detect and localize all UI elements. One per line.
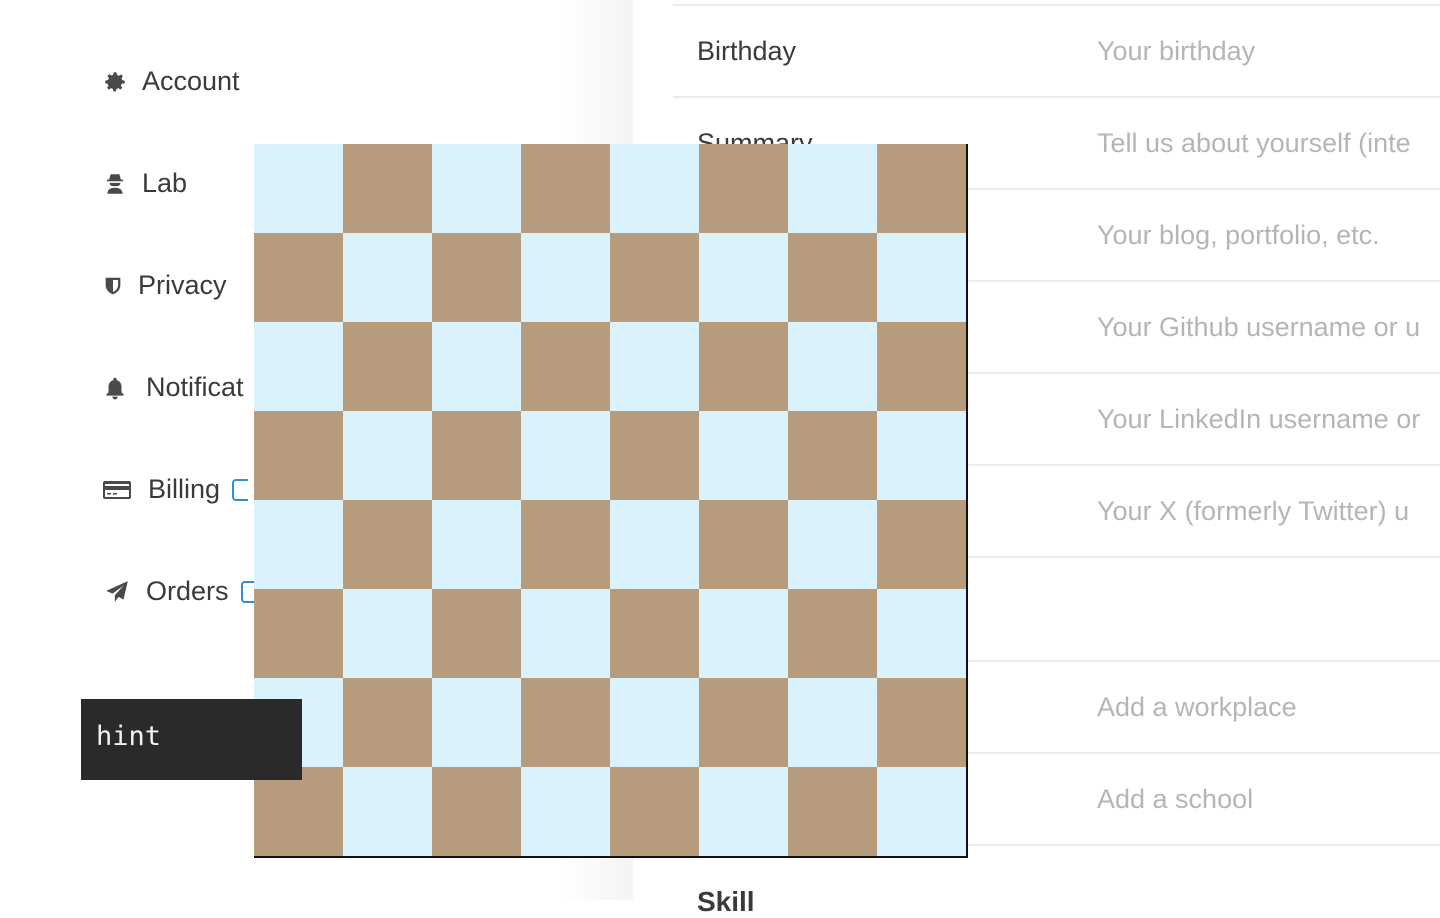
board-square[interactable] (699, 589, 788, 678)
board-square[interactable] (343, 767, 432, 856)
board-square[interactable] (343, 144, 432, 233)
workplace-field[interactable]: Add a workplace (1097, 692, 1297, 723)
row-label: Birthday (697, 36, 797, 66)
board-square[interactable] (521, 322, 610, 411)
sidebar-item-label: Billing (148, 474, 221, 504)
board-square[interactable] (432, 589, 521, 678)
profile-row-birthday: Birthday Your birthday (673, 4, 1440, 98)
website-field[interactable]: Your blog, portfolio, etc. (1097, 220, 1380, 251)
board-square[interactable] (699, 500, 788, 589)
board-square[interactable] (254, 767, 343, 856)
board-square[interactable] (788, 233, 877, 322)
board-square[interactable] (877, 144, 966, 233)
board-square[interactable] (877, 411, 966, 500)
summary-field[interactable]: Tell us about yourself (inte (1097, 128, 1411, 159)
board-square[interactable] (432, 767, 521, 856)
board-square[interactable] (521, 233, 610, 322)
spy-icon (102, 171, 128, 197)
billing-badge (232, 478, 249, 501)
x-field[interactable]: Your X (formerly Twitter) u (1097, 496, 1409, 527)
school-field[interactable]: Add a school (1097, 784, 1253, 815)
board-square[interactable] (877, 767, 966, 856)
github-field[interactable]: Your Github username or u (1097, 312, 1420, 343)
sidebar-item-privacy[interactable]: Privacy (102, 270, 227, 301)
board-square[interactable] (877, 322, 966, 411)
sidebar-item-label: Account (142, 66, 240, 96)
board-square[interactable] (788, 589, 877, 678)
board-square[interactable] (699, 144, 788, 233)
board-square[interactable] (432, 233, 521, 322)
board-square[interactable] (432, 500, 521, 589)
board-square[interactable] (788, 500, 877, 589)
sidebar-item-label: Lab (142, 168, 188, 198)
sidebar-item-label: Notificat (146, 372, 244, 402)
board-square[interactable] (699, 678, 788, 767)
board-square[interactable] (343, 411, 432, 500)
sidebar-item-label: Privacy (138, 270, 227, 300)
hint-label: hint (96, 721, 162, 752)
board-square[interactable] (254, 589, 343, 678)
board-square[interactable] (521, 678, 610, 767)
board-square[interactable] (610, 767, 699, 856)
board-square[interactable] (343, 322, 432, 411)
board-square[interactable] (788, 411, 877, 500)
board-square[interactable] (877, 233, 966, 322)
board-square[interactable] (521, 500, 610, 589)
board-square[interactable] (699, 233, 788, 322)
board-square[interactable] (699, 411, 788, 500)
board-square[interactable] (432, 411, 521, 500)
board-square[interactable] (432, 322, 521, 411)
board-square[interactable] (699, 322, 788, 411)
board-square[interactable] (521, 411, 610, 500)
hint-button[interactable]: hint (81, 699, 302, 780)
board-square[interactable] (521, 144, 610, 233)
sidebar-item-lab[interactable]: Lab (102, 168, 187, 199)
sidebar-item-notifications[interactable]: Notificat (102, 372, 244, 403)
board-square[interactable] (343, 500, 432, 589)
board-square[interactable] (610, 144, 699, 233)
board-square[interactable] (254, 144, 343, 233)
board-square[interactable] (788, 678, 877, 767)
board-square[interactable] (877, 589, 966, 678)
board-square[interactable] (610, 589, 699, 678)
board-square[interactable] (788, 144, 877, 233)
board-square[interactable] (343, 678, 432, 767)
board-square[interactable] (877, 678, 966, 767)
shield-icon (102, 273, 124, 299)
birthday-field[interactable]: Your birthday (1097, 36, 1255, 67)
board-square[interactable] (699, 767, 788, 856)
board-square[interactable] (432, 144, 521, 233)
board-square[interactable] (343, 233, 432, 322)
paper-plane-icon (102, 579, 132, 605)
board-square[interactable] (788, 767, 877, 856)
board-square[interactable] (432, 678, 521, 767)
board-square[interactable] (521, 767, 610, 856)
board-square[interactable] (254, 500, 343, 589)
bell-icon (102, 375, 128, 401)
gear-icon (102, 69, 128, 95)
board-square[interactable] (343, 589, 432, 678)
board-square[interactable] (521, 589, 610, 678)
chess-board[interactable] (254, 144, 968, 858)
sidebar-item-account[interactable]: Account (102, 66, 240, 97)
board-square[interactable] (254, 322, 343, 411)
board-square[interactable] (610, 678, 699, 767)
board-square[interactable] (610, 322, 699, 411)
skills-heading: Skill (697, 886, 755, 917)
board-square[interactable] (254, 233, 343, 322)
board-square[interactable] (610, 500, 699, 589)
board-square[interactable] (610, 411, 699, 500)
sidebar-item-billing[interactable]: Billing (102, 474, 249, 505)
credit-card-icon (102, 477, 132, 503)
linkedin-field[interactable]: Your LinkedIn username or (1097, 404, 1420, 435)
board-square[interactable] (877, 500, 966, 589)
sidebar-item-label: Orders (146, 576, 229, 606)
sidebar-item-orders[interactable]: Orders (102, 576, 257, 607)
board-square[interactable] (788, 322, 877, 411)
board-square[interactable] (610, 233, 699, 322)
board-square[interactable] (254, 411, 343, 500)
